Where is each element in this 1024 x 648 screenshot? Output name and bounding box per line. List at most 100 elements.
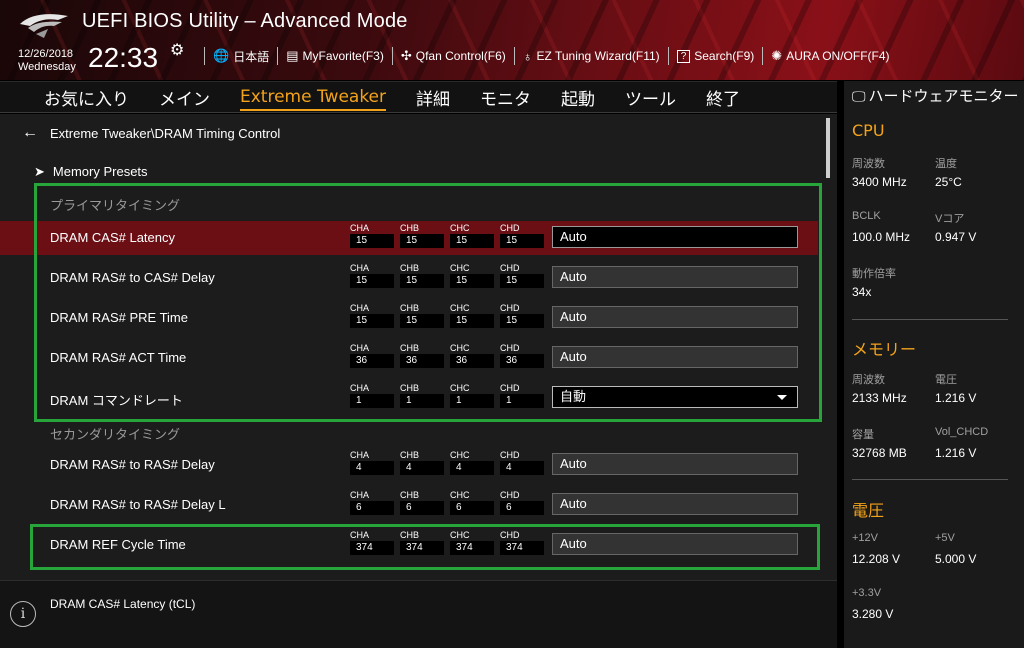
setting-row[interactable]: DRAM RAS# to RAS# Delay CHA 4 CHB 4 CHC 4 C… — [36, 448, 812, 482]
toolbar-divider — [667, 47, 669, 65]
toolbar-divider — [204, 47, 205, 65]
language-button[interactable]: 🌐 日本語 — [213, 48, 269, 65]
myfavorite-button[interactable]: ▤ MyFavorite(F3) — [286, 48, 384, 64]
toolbar-divider — [762, 47, 764, 65]
chevron-right-icon: ➤ — [34, 164, 45, 179]
channel-c: CHC 6 — [450, 490, 494, 515]
channel-b: CHB 6 — [400, 490, 444, 515]
qfan-label: Qfan Control(F6) — [415, 49, 506, 63]
ez-tuning-label: EZ Tuning Wizard(F11) — [536, 49, 660, 63]
channel-name: CHC — [450, 490, 470, 500]
ratio-value: 34x — [852, 285, 872, 299]
monitor-icon: 🖵 — [852, 89, 866, 105]
tab-exit[interactable]: 終了 — [706, 85, 740, 110]
hardware-monitor-panel: 🖵 ハードウェアモニター CPU 周波数 温度 3400 MHz 25°C BCL… — [844, 81, 1024, 648]
channel-value: 6 — [350, 501, 394, 515]
channel-value: 4 — [350, 461, 394, 475]
tab-advanced[interactable]: 詳細 — [416, 85, 450, 110]
channel-value: 6 — [500, 501, 544, 515]
gear-icon[interactable]: ⚙ — [170, 40, 184, 59]
highlight-box-primary — [34, 183, 822, 422]
channel-d: CHD 4 — [500, 450, 544, 475]
memory-heading: メモリー — [852, 340, 917, 359]
channel-name: CHA — [350, 490, 370, 500]
search-icon: ? — [676, 49, 691, 63]
channel-value: 4 — [400, 461, 444, 475]
bulb-icon: ♁ — [522, 48, 533, 64]
channel-a: CHA 4 — [350, 450, 394, 475]
mem-volt-value: 1.216 V — [935, 391, 977, 405]
monitor-divider — [852, 479, 1008, 480]
scrollbar[interactable] — [826, 118, 830, 178]
vcore-value: 0.947 V — [935, 230, 977, 244]
panel-divider — [837, 81, 844, 648]
rog-logo-icon — [20, 14, 68, 38]
mem-freq-value: 2133 MHz — [852, 391, 907, 405]
tab-tool[interactable]: ツール — [625, 85, 676, 110]
globe-icon: 🌐 — [213, 48, 230, 63]
qfan-button[interactable]: ✣ Qfan Control(F6) — [401, 48, 506, 64]
monitor-title-text: ハードウェアモニター — [868, 87, 1019, 105]
bclk-value: 100.0 MHz — [852, 230, 911, 244]
v33-label: +3.3V — [852, 587, 882, 599]
channel-c: CHC 4 — [450, 450, 494, 475]
favorite-icon: ▤ — [286, 48, 299, 63]
setting-value-input[interactable]: Auto — [552, 493, 798, 515]
vcore-label: Vコア — [935, 213, 965, 225]
main-nav: お気に入り メイン Extreme Tweaker 詳細 モニタ 起動 ツール … — [0, 81, 837, 113]
cpu-freq-value: 3400 MHz — [852, 175, 907, 189]
tab-extreme-tweaker[interactable]: Extreme Tweaker — [240, 87, 387, 111]
channel-name: CHB — [400, 450, 420, 460]
channel-name: CHD — [500, 490, 520, 500]
memory-presets-item[interactable]: ➤ Memory Presets — [34, 164, 148, 180]
channel-d: CHD 6 — [500, 490, 544, 515]
fan-icon: ✣ — [400, 48, 412, 63]
toolbar: 🌐 日本語 ▤ MyFavorite(F3) ✣ Qfan Control(F6… — [196, 46, 890, 66]
channel-value: 6 — [400, 501, 444, 515]
channel-b: CHB 4 — [400, 450, 444, 475]
vol-chcd-label: Vol_CHCD — [935, 426, 989, 438]
cpu-freq-label: 周波数 — [852, 158, 885, 170]
tab-main[interactable]: メイン — [159, 85, 210, 110]
setting-label: DRAM RAS# to RAS# Delay L — [50, 497, 226, 512]
setting-value-input[interactable]: Auto — [552, 453, 798, 475]
secondary-timing-heading: セカンダリタイミング — [50, 428, 181, 443]
v5-value: 5.000 V — [935, 552, 977, 566]
header-bar: UEFI BIOS Utility – Advanced Mode 12/26/… — [0, 0, 1024, 80]
clock-time[interactable]: 22:33 — [88, 42, 158, 74]
search-button[interactable]: ? Search(F9) — [676, 49, 755, 63]
info-icon: i — [10, 601, 36, 627]
highlight-box-ref-cycle — [30, 524, 820, 570]
cpu-heading: CPU — [852, 121, 885, 140]
channel-name: CHB — [400, 490, 420, 500]
monitor-title: 🖵 ハードウェアモニター — [852, 87, 1024, 106]
search-label: Search(F9) — [694, 49, 755, 63]
tab-monitor[interactable]: モニタ — [480, 85, 531, 110]
breadcrumb-path: Extreme Tweaker\DRAM Timing Control — [50, 125, 281, 141]
vol-chcd-value: 1.216 V — [935, 446, 977, 460]
mem-freq-label: 周波数 — [852, 374, 885, 386]
back-arrow-icon[interactable]: ← — [22, 124, 38, 142]
date-text: 12/26/2018 — [18, 48, 74, 60]
channel-value: 4 — [450, 461, 494, 475]
setting-row[interactable]: DRAM RAS# to RAS# Delay L CHA 6 CHB 6 CHC 6… — [36, 488, 812, 522]
v5-label: +5V — [935, 532, 955, 544]
breadcrumb[interactable]: ← Extreme Tweaker\DRAM Timing Control — [22, 124, 280, 142]
cpu-temp-value: 25°C — [935, 175, 962, 189]
aura-button[interactable]: ✺ AURA ON/OFF(F4) — [771, 48, 889, 64]
channel-name: CHD — [500, 450, 520, 460]
ez-tuning-button[interactable]: ♁ EZ Tuning Wizard(F11) — [523, 49, 660, 64]
day-text: Wednesday — [18, 61, 76, 73]
channel-value: 4 — [500, 461, 544, 475]
tab-favorites[interactable]: お気に入り — [44, 85, 129, 110]
v12-value: 12.208 V — [852, 552, 901, 566]
v12-label: +12V — [852, 532, 878, 544]
mem-capacity-value: 32768 MB — [852, 446, 907, 460]
toolbar-divider — [513, 47, 515, 65]
bclk-label: BCLK — [852, 210, 881, 222]
myfavorite-label: MyFavorite(F3) — [302, 49, 384, 63]
tab-boot[interactable]: 起動 — [561, 85, 595, 110]
help-text: DRAM CAS# Latency (tCL) — [50, 597, 196, 611]
aura-label: AURA ON/OFF(F4) — [786, 49, 890, 63]
toolbar-divider — [277, 47, 279, 65]
